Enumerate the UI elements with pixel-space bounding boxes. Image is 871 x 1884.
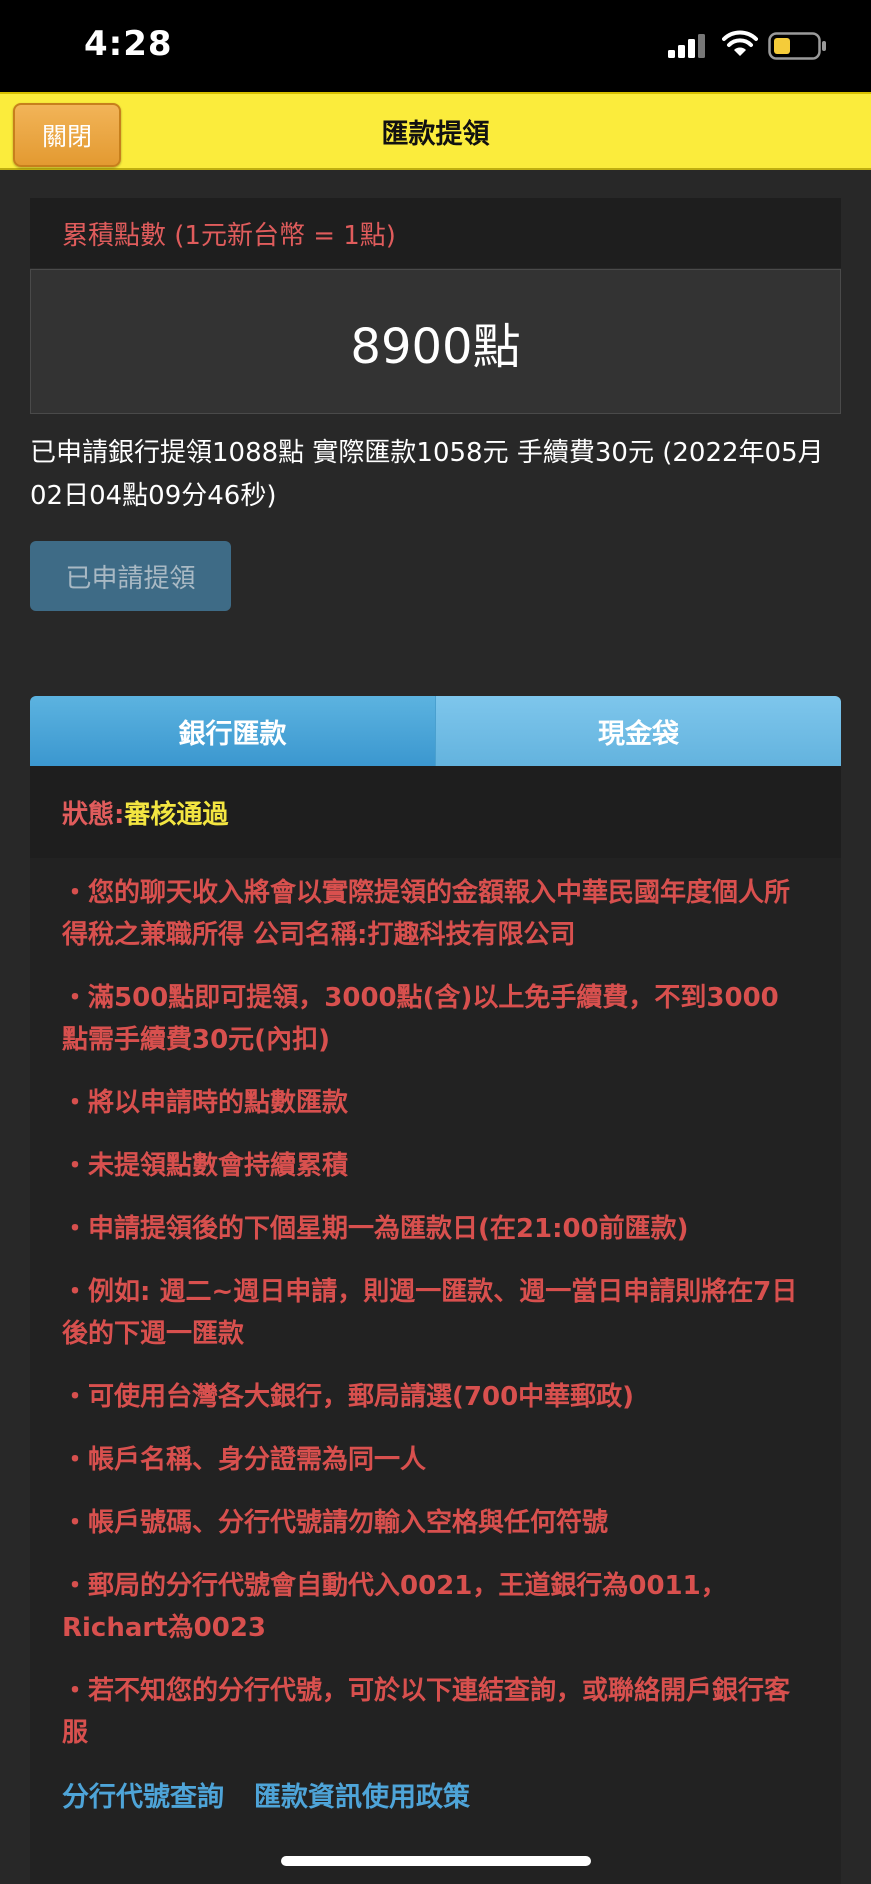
- requested-withdrawal-button[interactable]: 已申請提領: [30, 541, 231, 611]
- wifi-icon: [722, 30, 758, 56]
- home-indicator[interactable]: [281, 1856, 591, 1866]
- notes-list: ・您的聊天收入將會以實際提領的金額報入中華民國年度個人所得稅之兼職所得 公司名稱…: [30, 858, 841, 1884]
- close-button[interactable]: 關閉: [13, 103, 121, 167]
- note-item: ・未提領點數會持續累積: [62, 1151, 349, 1181]
- tab-bank-transfer[interactable]: 銀行匯款: [30, 696, 435, 766]
- tab-cash-bag[interactable]: 現金袋: [435, 696, 841, 766]
- note-item: ・例如: 週二~週日申請，則週一匯款、週一當日申請則將在7日後的下週一匯款: [62, 1277, 798, 1349]
- points-label: 累積點數 (1元新台幣 = 1點): [30, 198, 841, 268]
- links-row: 分行代號查詢 匯款資訊使用政策: [62, 1775, 801, 1814]
- status-bar: 4:28: [0, 0, 871, 92]
- remittance-policy-link[interactable]: 匯款資訊使用政策: [254, 1775, 470, 1814]
- page-title: 匯款提領: [381, 118, 490, 150]
- request-info-text: 已申請銀行提領1088點 實際匯款1058元 手續費30元 (2022年05月0…: [30, 438, 824, 511]
- note-item: ・滿500點即可提領，3000點(含)以上免手續費，不到3000點需手續費30元…: [62, 983, 779, 1055]
- status-badge: 審核通過: [124, 799, 229, 830]
- note-item: ・申請提領後的下個星期一為匯款日(在21:00前匯款): [62, 1214, 689, 1244]
- note-item: ・郵局的分行代號會自動代入0021，王道銀行為0011，Richart為0023: [62, 1571, 727, 1643]
- cellular-signal-icon: [668, 34, 705, 58]
- review-status: 狀態: 審核通過: [30, 766, 841, 858]
- note-item: ・帳戶名稱、身分證需為同一人: [62, 1445, 427, 1475]
- note-item: ・將以申請時的點數匯款: [62, 1088, 349, 1118]
- points-value: 8900點: [30, 269, 841, 414]
- note-item: ・若不知您的分行代號，可於以下連結查詢，或聯絡開戶銀行客服: [62, 1676, 791, 1748]
- header-bar: 匯款提領 關閉: [0, 92, 871, 170]
- note-item: ・帳戶號碼、分行代號請勿輸入空格與任何符號: [62, 1508, 609, 1538]
- withdrawal-tabs: 銀行匯款 現金袋: [30, 696, 841, 766]
- status-time: 4:28: [84, 24, 173, 64]
- note-item: ・您的聊天收入將會以實際提領的金額報入中華民國年度個人所得稅之兼職所得 公司名稱…: [62, 878, 791, 950]
- note-item: ・可使用台灣各大銀行，郵局請選(700中華郵政): [62, 1382, 635, 1412]
- branch-code-lookup-link[interactable]: 分行代號查詢: [62, 1775, 224, 1814]
- battery-icon: [768, 32, 826, 60]
- status-label: 狀態:: [62, 799, 125, 830]
